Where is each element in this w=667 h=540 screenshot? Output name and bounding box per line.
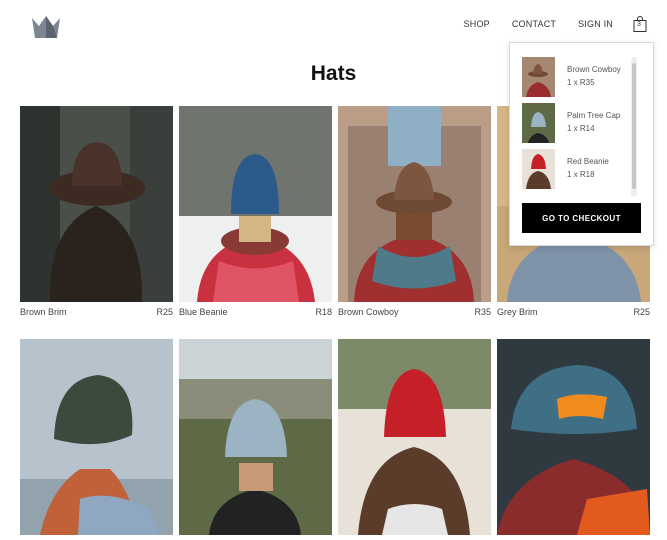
product-price: R25 xyxy=(156,307,173,317)
cart-item-image xyxy=(522,149,555,189)
product-image[interactable] xyxy=(338,339,491,535)
shopping-bag-icon[interactable]: 3 xyxy=(633,16,647,32)
product-price: R18 xyxy=(315,307,332,317)
cart-scrollbar[interactable] xyxy=(631,57,637,197)
cart-item-quantity: 1 x R18 xyxy=(567,170,595,179)
product-price: R35 xyxy=(474,307,491,317)
product-image[interactable] xyxy=(338,106,491,302)
crown-logo-icon[interactable] xyxy=(30,14,62,40)
product-card[interactable] xyxy=(20,339,173,540)
product-card[interactable]: Brown Brim R25 xyxy=(20,106,173,317)
cart-scrollbar-thumb[interactable] xyxy=(632,63,636,189)
product-image[interactable] xyxy=(20,339,173,535)
product-card[interactable]: Blue Beanie R18 xyxy=(179,106,332,317)
product-image[interactable] xyxy=(20,106,173,302)
product-image[interactable] xyxy=(179,339,332,535)
cart-item-image xyxy=(522,57,555,97)
nav-sign-in-link[interactable]: SIGN IN xyxy=(578,19,613,29)
go-to-checkout-button[interactable]: GO TO CHECKOUT xyxy=(522,203,641,233)
product-price: R25 xyxy=(633,307,650,317)
product-image[interactable] xyxy=(179,106,332,302)
main-nav: SHOP CONTACT SIGN IN 3 xyxy=(442,16,647,32)
cart-dropdown: Brown Cowboy 1 x R35 Palm Tree Cap 1 x R… xyxy=(509,42,654,246)
product-name: Brown Brim xyxy=(20,307,67,317)
product-name: Grey Brim xyxy=(497,307,538,317)
cart-item-name: Red Beanie xyxy=(567,157,609,166)
product-card[interactable] xyxy=(497,339,650,540)
cart-item: Red Beanie 1 x R18 xyxy=(522,149,642,191)
cart-item-name: Palm Tree Cap xyxy=(567,111,621,120)
nav-contact-link[interactable]: CONTACT xyxy=(512,19,556,29)
product-card[interactable]: Brown Cowboy R35 xyxy=(338,106,491,317)
cart-item-image xyxy=(522,103,555,143)
cart-item-quantity: 1 x R35 xyxy=(567,78,595,87)
product-image[interactable] xyxy=(497,339,650,535)
product-name: Blue Beanie xyxy=(179,307,228,317)
product-card[interactable] xyxy=(338,339,491,540)
product-name: Brown Cowboy xyxy=(338,307,399,317)
cart-item: Palm Tree Cap 1 x R14 xyxy=(522,103,642,145)
cart-item-quantity: 1 x R14 xyxy=(567,124,595,133)
cart-item: Brown Cowboy 1 x R35 xyxy=(522,57,642,99)
cart-item-name: Brown Cowboy xyxy=(567,65,621,74)
cart-count-badge: 3 xyxy=(637,21,641,28)
product-card[interactable] xyxy=(179,339,332,540)
nav-shop-link[interactable]: SHOP xyxy=(464,19,490,29)
